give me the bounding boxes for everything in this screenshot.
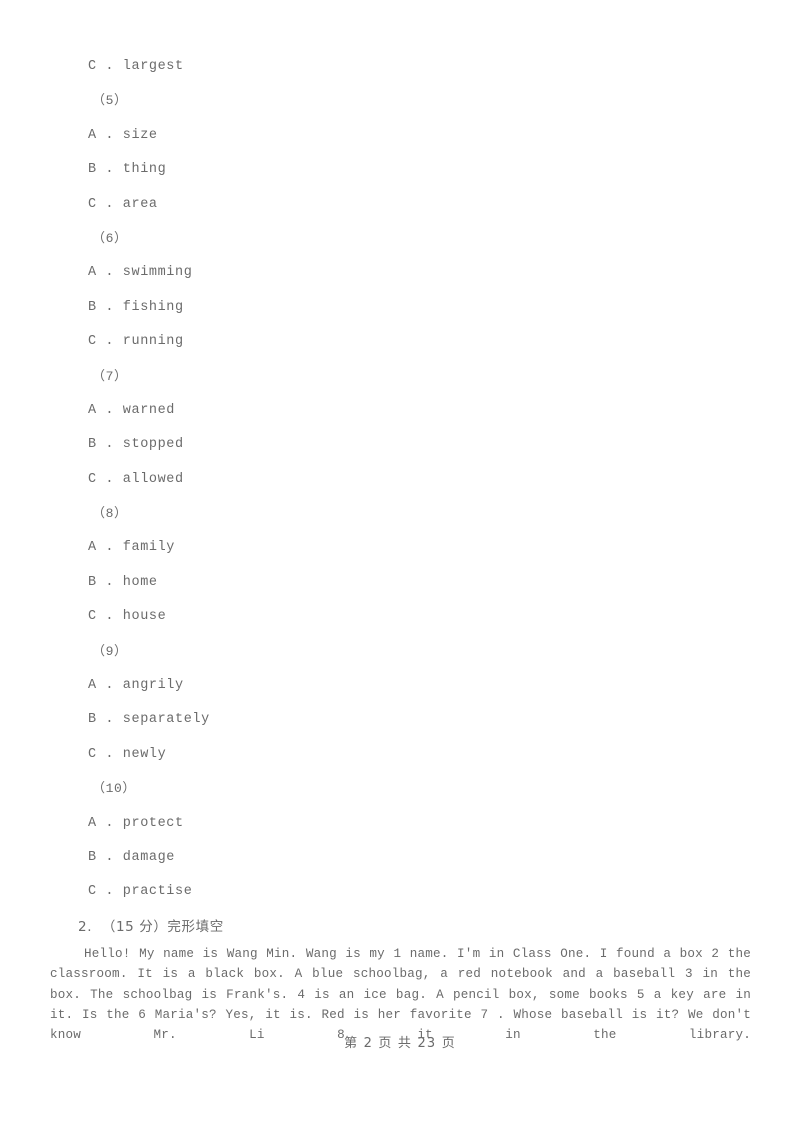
option-line: B . stopped	[88, 437, 184, 453]
question-number: （6）	[92, 230, 128, 246]
question-options-list: C . largest （5） A . size B . thing C . a…	[0, 0, 800, 944]
document-page: C . largest （5） A . size B . thing C . a…	[0, 0, 800, 1132]
page-footer: 第 2 页 共 23 页	[0, 1032, 800, 1051]
option-line: C . practise	[88, 884, 193, 900]
question-number: （9）	[92, 643, 128, 659]
option-line: B . thing	[88, 162, 167, 178]
option-line: B . fishing	[88, 299, 184, 315]
option-line: A . warned	[88, 402, 176, 418]
option-line: B . home	[88, 574, 158, 590]
option-line: C . running	[88, 334, 184, 350]
section-heading-text: 2. （15 分）完形填空	[78, 918, 224, 935]
question-number: （5）	[92, 93, 128, 109]
option-line: C . largest	[88, 59, 184, 74]
option-line: A . size	[88, 127, 158, 143]
question-number: （10）	[92, 781, 137, 797]
cloze-passage: Hello! My name is Wang Min. Wang is my 1…	[50, 947, 751, 1043]
option-line: B . separately	[88, 712, 210, 728]
option-line: C . allowed	[88, 471, 184, 487]
question-number: （8）	[92, 506, 128, 522]
option-line: A . family	[88, 540, 176, 556]
option-line: C . area	[88, 196, 158, 212]
option-line: A . angrily	[88, 678, 184, 694]
option-line: A . swimming	[88, 265, 193, 281]
option-line: C . newly	[88, 746, 167, 762]
question-number: （7）	[92, 368, 128, 384]
page-footer-text: 第 2 页 共 23 页	[344, 1036, 456, 1051]
option-line: C . house	[88, 609, 167, 625]
option-line: B . damage	[88, 849, 176, 865]
section-heading: 2. （15 分）完形填空	[0, 910, 800, 944]
option-line: A . protect	[88, 815, 184, 831]
